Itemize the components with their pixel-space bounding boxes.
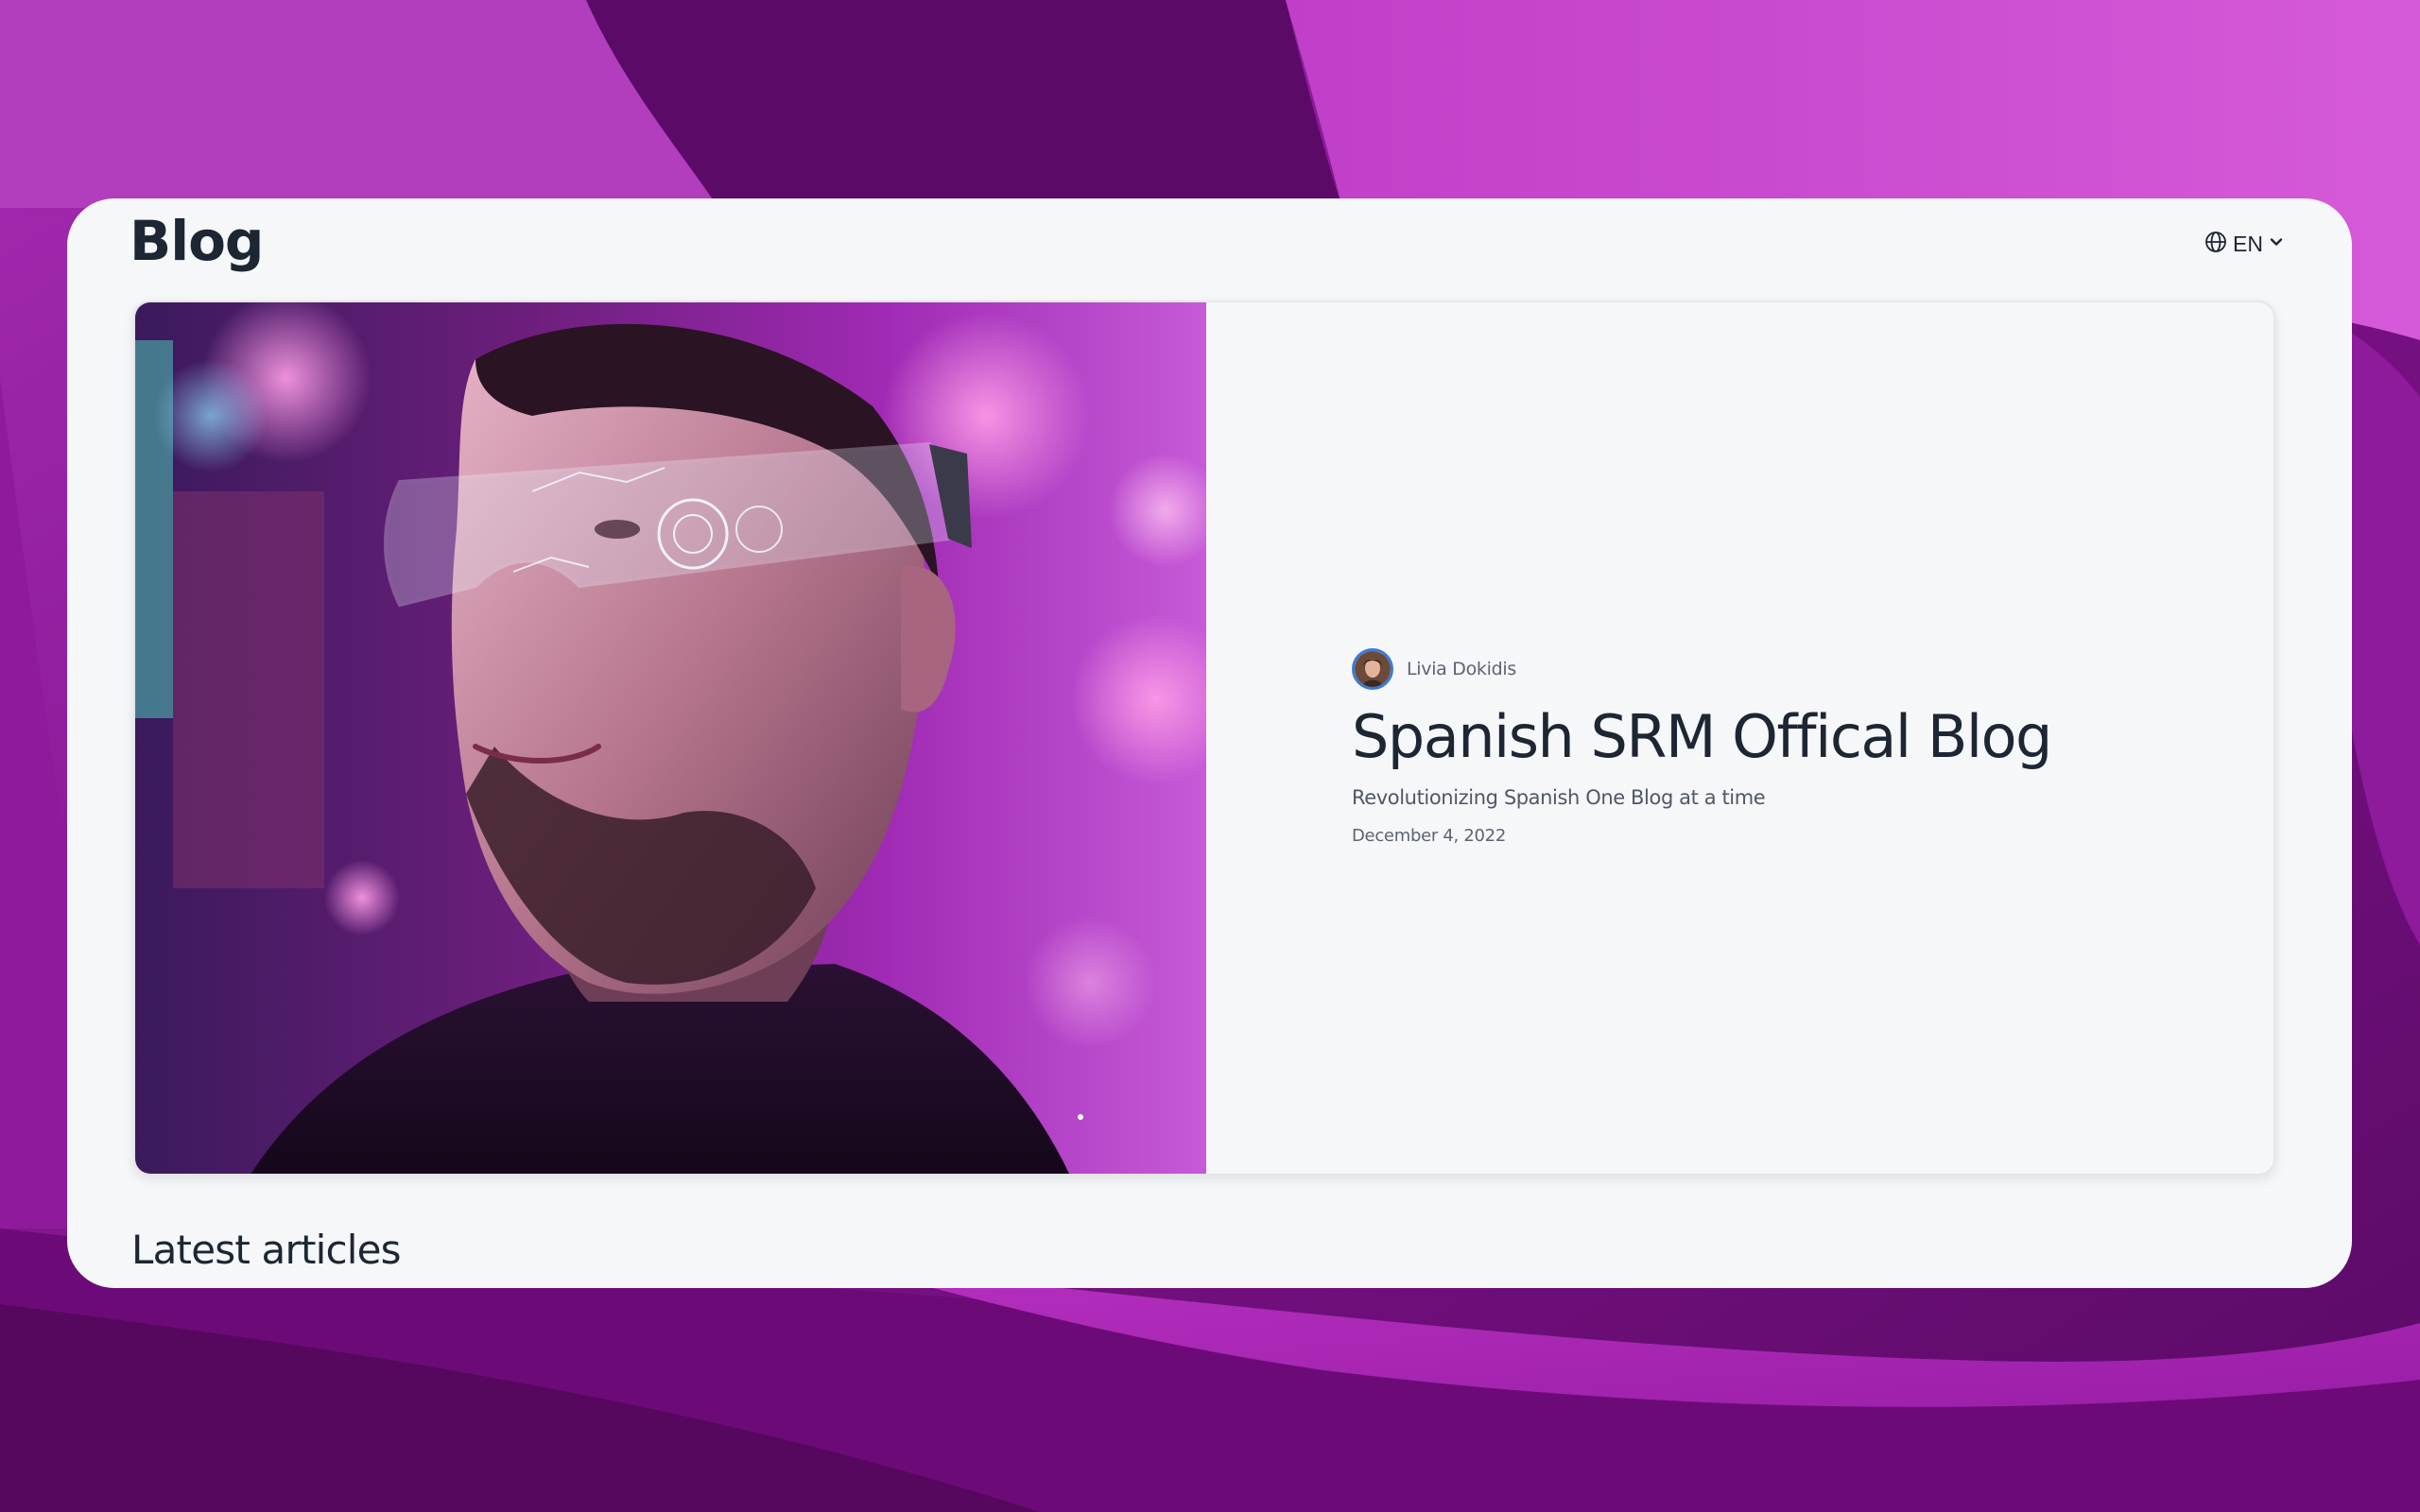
featured-post-title[interactable]: Spanish SRM Offical Blog <box>1352 701 2203 773</box>
language-label: EN <box>2233 232 2263 256</box>
language-switcher[interactable]: EN <box>2204 228 2284 260</box>
author-name[interactable]: Livia Dokidis <box>1407 659 1516 679</box>
chevron-down-icon <box>2269 234 2284 253</box>
featured-post-card[interactable]: Livia Dokidis Spanish SRM Offical Blog R… <box>133 301 2275 1176</box>
featured-post-date: December 4, 2022 <box>1352 826 1506 846</box>
author-avatar[interactable] <box>1352 648 1393 690</box>
author-row: Livia Dokidis <box>1352 646 2203 692</box>
browser-window: Blog EN Livia Dokidis Spanish SRM Offica… <box>67 198 2352 1288</box>
latest-articles-heading: Latest articles <box>131 1227 402 1273</box>
globe-icon <box>2204 231 2227 257</box>
featured-post-details: Livia Dokidis Spanish SRM Offical Blog R… <box>1352 646 2203 846</box>
featured-post-image <box>135 302 1206 1174</box>
featured-post-subtitle: Revolutionizing Spanish One Blog at a ti… <box>1352 786 1766 809</box>
page-title: Blog <box>130 209 264 273</box>
